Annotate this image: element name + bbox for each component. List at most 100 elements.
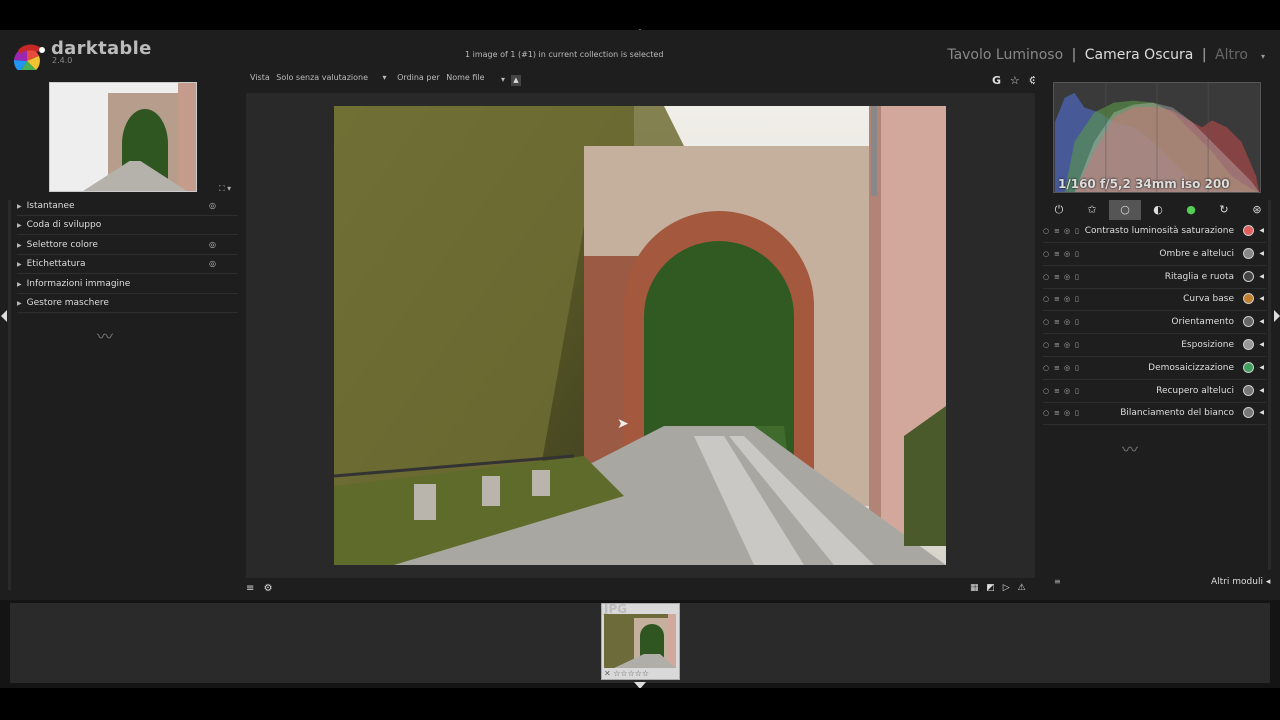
overlay-star-icon[interactable]: ☆: [1010, 74, 1020, 87]
reset-icon[interactable]: ◎: [1064, 334, 1070, 356]
filmstrip-thumbnail-image[interactable]: [604, 614, 676, 668]
power-icon[interactable]: ⏻: [1043, 200, 1075, 220]
reset-icon[interactable]: ◎: [1064, 288, 1070, 310]
reset-icon[interactable]: ◎: [1064, 266, 1070, 288]
collapse-right-panel-icon[interactable]: [1274, 310, 1280, 322]
expand-arrow-icon[interactable]: ◀: [1259, 402, 1264, 424]
multi-instance-icon[interactable]: ≡: [1054, 357, 1060, 379]
more-modules-menu-icon[interactable]: ≡: [1054, 577, 1061, 586]
multi-instance-icon[interactable]: ≡: [1054, 311, 1060, 333]
multi-instance-icon[interactable]: ≡: [1054, 220, 1060, 242]
module-power-icon[interactable]: ○: [1043, 266, 1049, 288]
module-power-icon[interactable]: ○: [1043, 402, 1049, 424]
module-power-icon[interactable]: ○: [1043, 288, 1049, 310]
sort-order-toggle-icon[interactable]: ▲: [511, 75, 521, 86]
presets-icon[interactable]: ▯: [1075, 288, 1079, 310]
reset-icon[interactable]: ◎: [209, 255, 216, 273]
softproof-icon[interactable]: ◩: [986, 583, 995, 593]
star-icon[interactable]: ✩: [1076, 200, 1108, 220]
presets-icon[interactable]: ▯: [1075, 380, 1079, 402]
processing-module-item[interactable]: ○ ≡ ◎ ▯ Orientamento ◀: [1043, 311, 1266, 335]
multi-instance-icon[interactable]: ≡: [1054, 266, 1060, 288]
processing-module-item[interactable]: ○ ≡ ◎ ▯ Bilanciamento del bianco ◀: [1043, 402, 1266, 426]
reset-icon[interactable]: ◎: [1064, 380, 1070, 402]
sort-select[interactable]: Nome file: [446, 73, 484, 82]
sort-dropdown-icon[interactable]: ▾: [501, 75, 505, 84]
reset-icon[interactable]: ◎: [1064, 243, 1070, 265]
presets-icon[interactable]: ⚙: [264, 583, 273, 594]
presets-icon[interactable]: ▯: [1075, 243, 1079, 265]
left-module-item[interactable]: ▶ Gestore maschere: [17, 294, 238, 313]
multi-instance-icon[interactable]: ≡: [1054, 288, 1060, 310]
processing-module-item[interactable]: ○ ≡ ◎ ▯ Esposizione ◀: [1043, 334, 1266, 357]
reset-icon[interactable]: ◎: [1064, 402, 1070, 424]
presets-icon[interactable]: ▯: [1075, 334, 1079, 356]
left-module-item[interactable]: ▶ Coda di sviluppo: [17, 216, 238, 236]
processing-module-item[interactable]: ○ ≡ ◎ ▯ Recupero alteluci ◀: [1043, 380, 1266, 403]
main-image[interactable]: [334, 106, 946, 565]
module-type-icon: [1243, 407, 1254, 419]
processing-module-item[interactable]: ○ ≡ ◎ ▯ Demosaicizzazione ◀: [1043, 357, 1266, 380]
style-play-icon[interactable]: ▷: [1003, 583, 1010, 593]
right-scrollbar[interactable]: [1268, 200, 1271, 570]
expand-arrow-icon[interactable]: ◀: [1259, 380, 1264, 402]
left-module-item[interactable]: ▶ Informazioni immagine: [17, 275, 238, 294]
processing-module-item[interactable]: ○ ≡ ◎ ▯ Contrasto luminosità saturazione ◀: [1043, 220, 1266, 243]
gamut-check-icon[interactable]: ⚠: [1018, 583, 1026, 593]
expand-triangle-icon: ▶: [17, 241, 22, 249]
reset-icon[interactable]: ◎: [209, 197, 216, 215]
navigation-thumbnail[interactable]: [49, 82, 197, 192]
view-tab-lighttable[interactable]: Tavolo Luminoso: [947, 47, 1063, 63]
color-ball-icon[interactable]: ●: [1175, 200, 1207, 220]
processing-module-item[interactable]: ○ ≡ ◎ ▯ Ritaglia e ruota ◀: [1043, 266, 1266, 289]
expand-arrow-icon[interactable]: ◀: [1259, 288, 1264, 310]
left-module-item[interactable]: ▶ Selettore colore ◎: [17, 236, 238, 255]
collapse-left-panel-icon[interactable]: [1, 310, 7, 322]
module-power-icon[interactable]: ○: [1043, 334, 1049, 356]
view-filter-label: Vista: [250, 73, 270, 82]
view-tab-other[interactable]: Altro: [1215, 47, 1248, 63]
quick-access-menu-icon[interactable]: ≡: [246, 583, 254, 594]
view-menu-arrow-icon[interactable]: ▾: [1261, 52, 1265, 61]
reset-icon[interactable]: ◎: [1064, 311, 1070, 333]
module-power-icon[interactable]: ○: [1043, 311, 1049, 333]
circle-icon[interactable]: ○: [1109, 200, 1141, 220]
half-circle-icon[interactable]: ◐: [1142, 200, 1174, 220]
reset-icon[interactable]: ◎: [209, 236, 216, 254]
expand-arrow-icon[interactable]: ◀: [1259, 357, 1264, 379]
module-power-icon[interactable]: ○: [1043, 243, 1049, 265]
left-scrollbar[interactable]: [8, 200, 11, 590]
reset-icon[interactable]: ◎: [1064, 357, 1070, 379]
reset-icon[interactable]: ◎: [1064, 220, 1070, 242]
presets-icon[interactable]: ▯: [1075, 357, 1079, 379]
multi-instance-icon[interactable]: ≡: [1054, 243, 1060, 265]
rating-stars[interactable]: ✕ ☆☆☆☆☆: [604, 669, 649, 678]
view-filter-select[interactable]: Solo senza valutazione: [276, 73, 368, 82]
color-assessment-icon[interactable]: ▦: [970, 583, 979, 593]
multi-instance-icon[interactable]: ≡: [1054, 402, 1060, 424]
more-modules-button[interactable]: Altri moduli ◂: [1211, 577, 1270, 587]
multi-instance-icon[interactable]: ≡: [1054, 380, 1060, 402]
expand-arrow-icon[interactable]: ◀: [1259, 334, 1264, 356]
expand-arrow-icon[interactable]: ◀: [1259, 311, 1264, 333]
expand-icon[interactable]: ⛶ ▾: [219, 184, 231, 194]
presets-icon[interactable]: ▯: [1075, 402, 1079, 424]
module-power-icon[interactable]: ○: [1043, 380, 1049, 402]
left-module-item[interactable]: ▶ Istantanee ◎: [17, 197, 238, 216]
presets-icon[interactable]: ▯: [1075, 266, 1079, 288]
grouping-icon[interactable]: G: [992, 74, 1001, 87]
multi-instance-icon[interactable]: ≡: [1054, 334, 1060, 356]
expand-arrow-icon[interactable]: ◀: [1259, 266, 1264, 288]
module-power-icon[interactable]: ○: [1043, 220, 1049, 242]
presets-icon[interactable]: ▯: [1075, 220, 1079, 242]
view-tab-darkroom[interactable]: Camera Oscura: [1085, 47, 1194, 63]
processing-module-item[interactable]: ○ ≡ ◎ ▯ Curva base ◀: [1043, 288, 1266, 312]
module-power-icon[interactable]: ○: [1043, 357, 1049, 379]
left-module-item[interactable]: ▶ Etichettatura ◎: [17, 255, 238, 275]
expand-arrow-icon[interactable]: ◀: [1259, 243, 1264, 265]
expand-arrow-icon[interactable]: ◀: [1259, 220, 1264, 242]
processing-module-item[interactable]: ○ ≡ ◎ ▯ Ombre e alteluci ◀: [1043, 243, 1266, 266]
rotate-icon[interactable]: ↻: [1208, 200, 1240, 220]
view-filter-dropdown-icon[interactable]: ▾: [383, 73, 387, 82]
presets-icon[interactable]: ▯: [1075, 311, 1079, 333]
